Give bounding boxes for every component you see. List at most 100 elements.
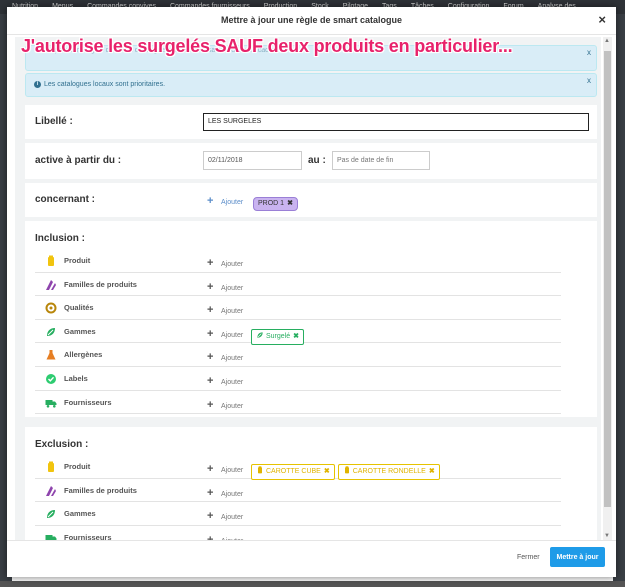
allergen-icon bbox=[45, 348, 57, 360]
exclusion-title: Exclusion : bbox=[35, 439, 89, 450]
plus-icon: + bbox=[207, 486, 214, 499]
exclusion-row-produit: Produit + Ajouter CAROTTE CUBE ✖ CAROTTE ROND… bbox=[35, 455, 561, 480]
row-label: Labels bbox=[64, 374, 88, 383]
libelle-card: Libellé : LES SURGELES bbox=[25, 105, 597, 139]
product-icon bbox=[45, 254, 57, 266]
plus-icon: + bbox=[207, 463, 214, 475]
plus-icon: + bbox=[207, 351, 214, 364]
add-link-label: Ajouter bbox=[221, 467, 244, 474]
selected-tag: Surgelé ✖ bbox=[251, 328, 305, 345]
close-button[interactable]: Fermer bbox=[517, 554, 540, 561]
row-label: Produit bbox=[64, 462, 91, 471]
scroll-down-icon[interactable]: ▼ bbox=[604, 533, 610, 539]
add-link-label: Ajouter bbox=[221, 402, 244, 410]
inclusion-title: Inclusion : bbox=[35, 233, 85, 244]
add-button[interactable]: + Ajouter bbox=[207, 324, 243, 342]
inclusion-row-allerg-nes: Allergènes + Ajouter bbox=[35, 343, 561, 367]
product-family-icon bbox=[45, 484, 57, 496]
row-label: Produit bbox=[64, 256, 91, 265]
tag-remove-icon[interactable]: ✖ bbox=[429, 468, 435, 475]
tag-label: CAROTTE RONDELLE bbox=[352, 468, 426, 475]
add-link-label: Ajouter bbox=[221, 331, 244, 339]
modal-header: Mettre à jour une règle de smart catalog… bbox=[7, 7, 616, 35]
tag-list: CAROTTE CUBE ✖ CAROTTE RONDELLE ✖ bbox=[251, 460, 443, 480]
supplier-icon bbox=[45, 396, 57, 408]
add-button[interactable]: +Ajouter bbox=[207, 506, 243, 524]
concernant-tag: PROD 1 ✖ bbox=[253, 197, 298, 211]
info-icon: i bbox=[34, 81, 41, 88]
range-icon bbox=[45, 507, 57, 519]
date-card: active à partir du : 02/11/2018 au : Pas… bbox=[25, 143, 597, 179]
annotation-banner: J'autorise les surgelés SAUF deux produi… bbox=[21, 36, 513, 56]
add-link-label: Ajouter bbox=[221, 355, 244, 363]
add-link-label: Ajouter bbox=[221, 490, 244, 498]
plus-icon: + bbox=[207, 280, 214, 293]
exclusion-row-fournisseurs: Fournisseurs +Ajouter bbox=[35, 526, 561, 540]
inclusion-row-familles-de-produits: Familles de produits + Ajouter bbox=[35, 273, 561, 297]
alert-text: Les catalogues locaux sont prioritaires. bbox=[44, 81, 166, 88]
inclusion-row-gammes: Gammes + Ajouter Surgelé ✖ bbox=[35, 320, 561, 345]
plus-icon: + bbox=[207, 398, 214, 411]
row-label: Fournisseurs bbox=[64, 532, 112, 540]
add-link-label: Ajouter bbox=[221, 514, 244, 522]
scroll-up-icon[interactable]: ▲ bbox=[604, 38, 610, 44]
add-button[interactable]: + Ajouter bbox=[207, 483, 243, 501]
concernant-label: concernant : bbox=[35, 194, 96, 205]
tag-remove-icon[interactable]: ✖ bbox=[293, 333, 299, 340]
add-button[interactable]: + Ajouter bbox=[207, 347, 243, 365]
concernant-add-button[interactable]: + Ajouter bbox=[207, 191, 243, 209]
product-icon bbox=[343, 466, 351, 478]
update-button[interactable]: Mettre à jour bbox=[550, 547, 605, 567]
plus-icon: + bbox=[207, 257, 214, 269]
product-family-icon bbox=[45, 278, 57, 290]
date-from-input[interactable]: 02/11/2018 bbox=[203, 151, 302, 170]
inclusion-row-fournisseurs: Fournisseurs + Ajouter bbox=[35, 391, 561, 415]
libelle-input[interactable]: LES SURGELES bbox=[203, 113, 589, 131]
row-label: Qualités bbox=[64, 303, 94, 313]
add-button[interactable]: +Ajouter bbox=[207, 277, 243, 295]
quality-icon bbox=[45, 301, 57, 314]
selected-tag: CAROTTE RONDELLE ✖ bbox=[337, 464, 440, 480]
smart-catalogue-modal: Mettre à jour une règle de smart catalog… bbox=[7, 7, 616, 577]
row-label: Gammes bbox=[64, 326, 96, 336]
scroll-thumb[interactable] bbox=[604, 51, 611, 507]
add-button[interactable]: +Ajouter bbox=[207, 300, 243, 318]
plus-icon: + bbox=[207, 327, 214, 340]
add-button[interactable]: + Ajouter bbox=[207, 371, 243, 389]
add-button[interactable]: + Ajouter bbox=[207, 253, 243, 271]
concernant-card: concernant : + Ajouter PROD 1 ✖ bbox=[25, 183, 597, 217]
libelle-label: Libellé : bbox=[35, 116, 73, 127]
modal-footer: Fermer Mettre à jour bbox=[7, 540, 616, 577]
add-link-label: Ajouter bbox=[221, 199, 244, 206]
row-label: Familles de produits bbox=[64, 485, 137, 495]
tag-label: Surgelé bbox=[266, 332, 291, 340]
inclusion-row-labels: Labels + Ajouter bbox=[35, 367, 561, 391]
modal-title: Mettre à jour une règle de smart catalog… bbox=[220, 15, 403, 25]
add-link-label: Ajouter bbox=[221, 379, 244, 386]
modal-close-button[interactable]: × bbox=[598, 13, 606, 27]
plus-icon: + bbox=[207, 195, 214, 207]
row-label: Fournisseurs bbox=[64, 397, 112, 407]
au-label: au : bbox=[308, 155, 326, 166]
alert-close-button[interactable]: x bbox=[587, 48, 591, 57]
date-to-input[interactable]: Pas de date de fin bbox=[332, 151, 430, 170]
concernant-tags: PROD 1 ✖ bbox=[253, 192, 301, 211]
plus-icon: + bbox=[207, 304, 214, 317]
tag-label: PROD 1 bbox=[258, 200, 285, 207]
selected-tag: CAROTTE CUBE ✖ bbox=[251, 464, 335, 480]
tag-remove-icon[interactable]: ✖ bbox=[324, 468, 330, 475]
add-link-label: Ajouter bbox=[221, 261, 244, 268]
plus-icon: + bbox=[207, 375, 214, 387]
label-icon bbox=[45, 372, 57, 384]
supplier-icon bbox=[45, 531, 57, 540]
add-button[interactable]: + Ajouter bbox=[207, 459, 243, 477]
tag-remove-icon[interactable]: ✖ bbox=[287, 200, 293, 207]
modal-scrollbar[interactable]: ▲ ▼ bbox=[603, 37, 612, 540]
alert-close-button[interactable]: x bbox=[587, 76, 591, 85]
add-button[interactable]: + Ajouter bbox=[207, 395, 243, 413]
inclusion-row-produit: Produit + Ajouter bbox=[35, 249, 561, 273]
range-icon bbox=[45, 325, 57, 337]
add-button[interactable]: +Ajouter bbox=[207, 530, 243, 540]
inclusion-row-qualit-s: Qualités + Ajouter bbox=[35, 296, 561, 320]
row-label: Familles de produits bbox=[64, 279, 137, 289]
